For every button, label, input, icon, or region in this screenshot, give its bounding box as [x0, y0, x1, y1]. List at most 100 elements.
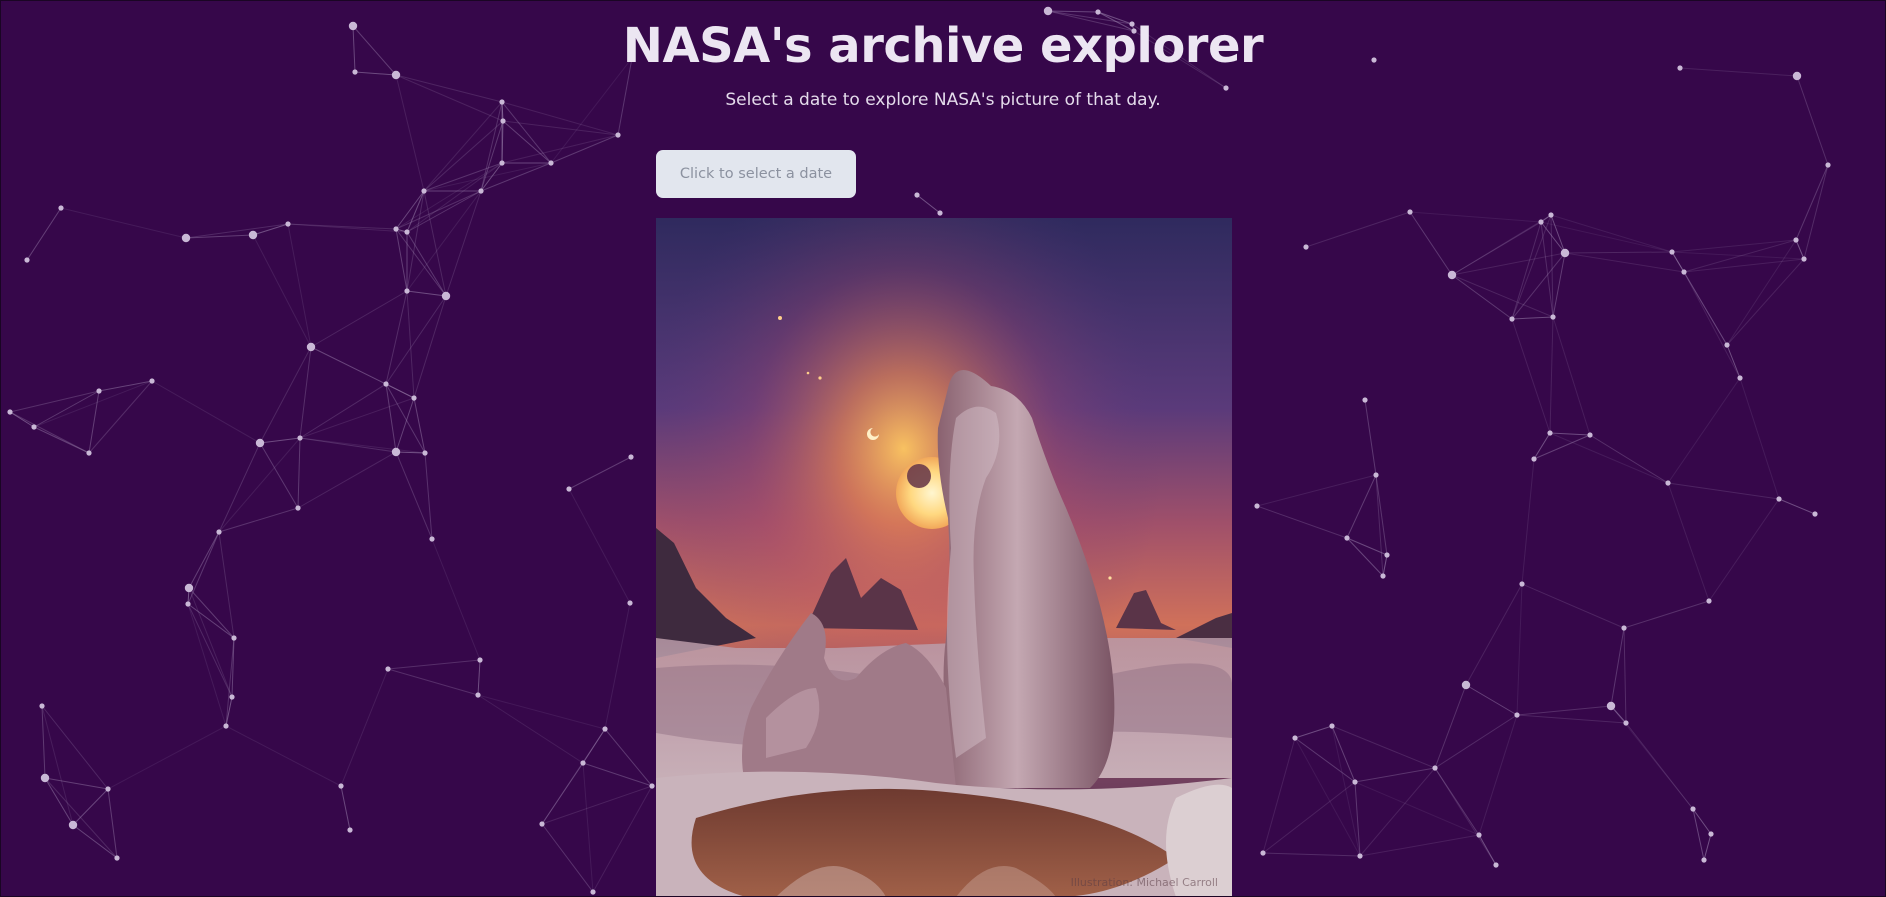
network-link: [916, 194, 941, 214]
network-node: [1825, 162, 1831, 168]
network-link: [297, 437, 301, 509]
network-node: [1461, 680, 1471, 690]
network-link: [1256, 505, 1348, 539]
network-link: [151, 380, 261, 444]
network-node: [1776, 496, 1782, 502]
network-link: [1564, 251, 1673, 254]
network-node: [86, 450, 92, 456]
network-link: [477, 694, 606, 730]
network-node: [602, 726, 608, 732]
network-node: [477, 657, 483, 663]
network-link: [72, 788, 109, 826]
network-link: [582, 762, 594, 893]
network-link: [387, 659, 481, 670]
network-link: [1549, 316, 1554, 434]
network-link: [1375, 474, 1388, 556]
network-link: [1667, 482, 1780, 500]
network-link: [1521, 583, 1625, 629]
network-link: [1434, 767, 1497, 866]
network-link: [1375, 474, 1384, 577]
network-node: [421, 188, 427, 194]
network-node: [1095, 9, 1101, 15]
network-node: [566, 486, 572, 492]
network-link: [395, 451, 433, 540]
network-node: [285, 221, 291, 227]
network-node: [1493, 862, 1499, 868]
network-node: [1447, 270, 1457, 280]
network-node: [1548, 212, 1554, 218]
network-node: [1547, 430, 1553, 436]
network-link: [225, 725, 342, 787]
network-link: [1346, 474, 1377, 539]
network-link: [1552, 252, 1566, 318]
network-link: [299, 437, 397, 453]
network-node: [411, 395, 417, 401]
network-link: [340, 668, 389, 787]
network-node: [393, 226, 399, 232]
network-link: [33, 426, 90, 454]
network-node: [105, 786, 111, 792]
network-node: [58, 205, 64, 211]
network-link: [1294, 725, 1333, 739]
network-node: [1254, 503, 1260, 509]
network-node: [1793, 237, 1799, 243]
network-node: [1681, 269, 1687, 275]
network-link: [218, 437, 301, 533]
network-link: [1703, 833, 1712, 861]
network-link: [1516, 583, 1523, 716]
network-link: [1346, 537, 1384, 577]
network-link: [1671, 239, 1797, 253]
network-node: [499, 160, 505, 166]
network-node: [1357, 853, 1363, 859]
select-date-button[interactable]: Click to select a date: [656, 150, 856, 198]
network-node: [1407, 209, 1413, 215]
network-link: [287, 223, 312, 348]
network-link: [259, 442, 299, 509]
network-node: [1690, 806, 1696, 812]
network-node: [539, 821, 545, 827]
network-node: [1560, 248, 1570, 258]
network-link: [1409, 211, 1453, 276]
network-link: [218, 507, 299, 533]
network-node: [1344, 535, 1350, 541]
network-node: [404, 288, 410, 294]
network-link: [1623, 600, 1710, 629]
network-link: [423, 120, 504, 192]
network-link: [1708, 498, 1780, 602]
network-node: [628, 454, 634, 460]
network-link: [1550, 214, 1673, 253]
network-link: [107, 725, 227, 790]
network-link: [1564, 252, 1685, 273]
network-link: [1623, 627, 1627, 724]
network-node: [1260, 850, 1266, 856]
network-node: [231, 635, 237, 641]
network-link: [413, 397, 426, 454]
network-node: [1801, 256, 1807, 262]
network-link: [1667, 377, 1741, 484]
network-link: [340, 785, 351, 831]
network-link: [445, 190, 482, 297]
network-link: [385, 383, 397, 453]
network-node: [1292, 735, 1298, 741]
network-link: [1683, 271, 1728, 346]
network-node: [1531, 456, 1537, 462]
network-node: [1329, 723, 1335, 729]
network-node: [295, 505, 301, 511]
network-node: [1373, 472, 1379, 478]
network-node: [627, 600, 633, 606]
network-node: [1538, 219, 1544, 225]
network-node: [1362, 397, 1368, 403]
network-link: [1478, 834, 1497, 866]
network-node: [391, 447, 401, 457]
network-node: [1514, 712, 1520, 718]
network-node: [580, 760, 586, 766]
network-node: [1509, 316, 1515, 322]
network-link: [387, 668, 479, 696]
network-link: [431, 538, 481, 661]
network-node: [1519, 581, 1525, 587]
network-link: [1795, 239, 1805, 260]
network-link: [252, 234, 312, 348]
network-node: [1708, 831, 1714, 837]
network-link: [1683, 271, 1741, 379]
network-node: [149, 378, 155, 384]
